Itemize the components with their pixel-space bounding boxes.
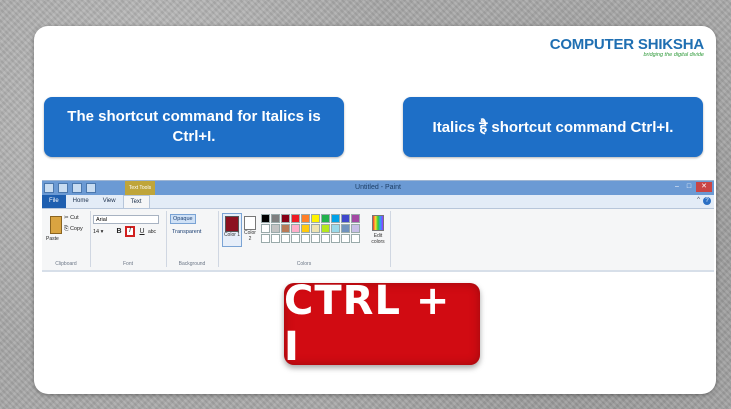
clipboard-group: Paste ✂ Cut ⎘ Copy Clipboard	[42, 211, 91, 267]
palette-swatch[interactable]	[301, 214, 310, 223]
font-group: Arial 14 ▾ B I U abc Font	[90, 211, 167, 267]
tab-file[interactable]: File	[42, 195, 66, 208]
colors-group-label: Colors	[296, 261, 312, 267]
paste-button[interactable]: Paste	[46, 236, 59, 242]
palette-swatch[interactable]	[261, 224, 270, 233]
bold-button[interactable]: B	[115, 227, 123, 237]
font-size-value: 14	[93, 229, 100, 235]
palette-swatch[interactable]	[311, 224, 320, 233]
palette-swatch[interactable]	[291, 234, 300, 243]
palette-swatch[interactable]	[331, 214, 340, 223]
copy-label: Copy	[69, 226, 83, 232]
color1-label: Color 1	[223, 232, 241, 238]
tab-text[interactable]: Text	[122, 195, 150, 208]
palette-swatch[interactable]	[341, 234, 350, 243]
window-controls: – □ ✕	[672, 182, 712, 192]
palette-swatch[interactable]	[261, 214, 270, 223]
palette-swatch[interactable]	[301, 224, 310, 233]
computer-shiksha-logo: COMPUTER SHIKSHA bridging the digital di…	[549, 36, 705, 58]
palette-swatch[interactable]	[351, 214, 360, 223]
palette-swatch[interactable]	[311, 214, 320, 223]
color-palette	[261, 214, 360, 243]
palette-swatch[interactable]	[271, 224, 280, 233]
clipboard-group-label: Clipboard	[55, 261, 77, 267]
palette-swatch[interactable]	[331, 224, 340, 233]
edit-colors-label: Edit colors	[371, 233, 385, 245]
palette-swatch[interactable]	[321, 214, 330, 223]
help-icon[interactable]: ?	[703, 197, 711, 205]
palette-swatch[interactable]	[291, 214, 300, 223]
title-bar: Untitled - Paint Text Tools – □ ✕	[42, 181, 714, 195]
ribbon: Paste ✂ Cut ⎘ Copy Clipboard Arial 14 ▾ …	[42, 209, 714, 269]
copy-button[interactable]: ⎘ Copy	[64, 226, 83, 233]
palette-swatch[interactable]	[351, 224, 360, 233]
tab-home[interactable]: Home	[66, 195, 96, 208]
palette-swatch[interactable]	[281, 234, 290, 243]
palette-swatch[interactable]	[351, 234, 360, 243]
canvas-edge	[42, 270, 714, 272]
cut-label: Cut	[70, 215, 79, 221]
font-group-label: Font	[122, 261, 133, 267]
palette-swatch[interactable]	[291, 224, 300, 233]
font-family-select[interactable]: Arial	[93, 215, 159, 224]
color2-swatch	[244, 216, 256, 230]
close-button[interactable]: ✕	[696, 182, 712, 192]
color2-button[interactable]: Color 2	[243, 213, 257, 245]
palette-swatch[interactable]	[271, 234, 280, 243]
palette-swatch[interactable]	[301, 234, 310, 243]
paint-window: Untitled - Paint Text Tools – □ ✕ File H…	[42, 180, 714, 271]
palette-swatch[interactable]	[261, 234, 270, 243]
background-group: Opaque Transparent Background	[166, 211, 219, 267]
palette-swatch[interactable]	[311, 234, 320, 243]
tab-view[interactable]: View	[96, 195, 123, 208]
logo-text: COMPUTER SHIKSHA	[549, 36, 705, 53]
hindi-instruction: Italics है shortcut command Ctrl+I.	[403, 97, 703, 157]
edit-colors-button[interactable]: Edit colors	[370, 215, 386, 245]
shortcut-badge: CTRL + I	[284, 278, 480, 370]
palette-swatch[interactable]	[281, 224, 290, 233]
color1-button[interactable]: Color 1	[222, 213, 242, 247]
underline-button[interactable]: U	[138, 227, 146, 237]
palette-swatch[interactable]	[281, 214, 290, 223]
english-instruction: The shortcut command for Italics is Ctrl…	[44, 97, 344, 157]
palette-swatch[interactable]	[321, 234, 330, 243]
rainbow-icon	[372, 215, 384, 231]
opaque-button[interactable]: Opaque	[170, 214, 196, 224]
palette-swatch[interactable]	[341, 224, 350, 233]
color1-swatch	[225, 216, 239, 232]
paste-icon[interactable]	[50, 216, 62, 234]
cut-button[interactable]: ✂ Cut	[64, 215, 79, 221]
font-size-select[interactable]: 14 ▾	[93, 228, 111, 237]
palette-swatch[interactable]	[271, 214, 280, 223]
palette-swatch[interactable]	[331, 234, 340, 243]
italic-button[interactable]: I	[125, 226, 135, 237]
palette-swatch[interactable]	[341, 214, 350, 223]
colors-group: Color 1 Color 2 Edit colors Colors	[218, 211, 391, 267]
transparent-button[interactable]: Transparent	[170, 228, 203, 236]
maximize-button[interactable]: □	[684, 182, 694, 192]
strikethrough-button[interactable]: abc	[148, 227, 156, 237]
ribbon-tabs: File Home View Text ^ ?	[42, 195, 714, 209]
palette-swatch[interactable]	[321, 224, 330, 233]
background-group-label: Background	[178, 261, 206, 267]
minimize-ribbon-icon[interactable]: ^	[697, 197, 700, 203]
minimize-button[interactable]: –	[672, 182, 682, 192]
color2-label: Color 2	[244, 230, 256, 242]
text-tools-context-tab: Text Tools	[125, 181, 155, 195]
